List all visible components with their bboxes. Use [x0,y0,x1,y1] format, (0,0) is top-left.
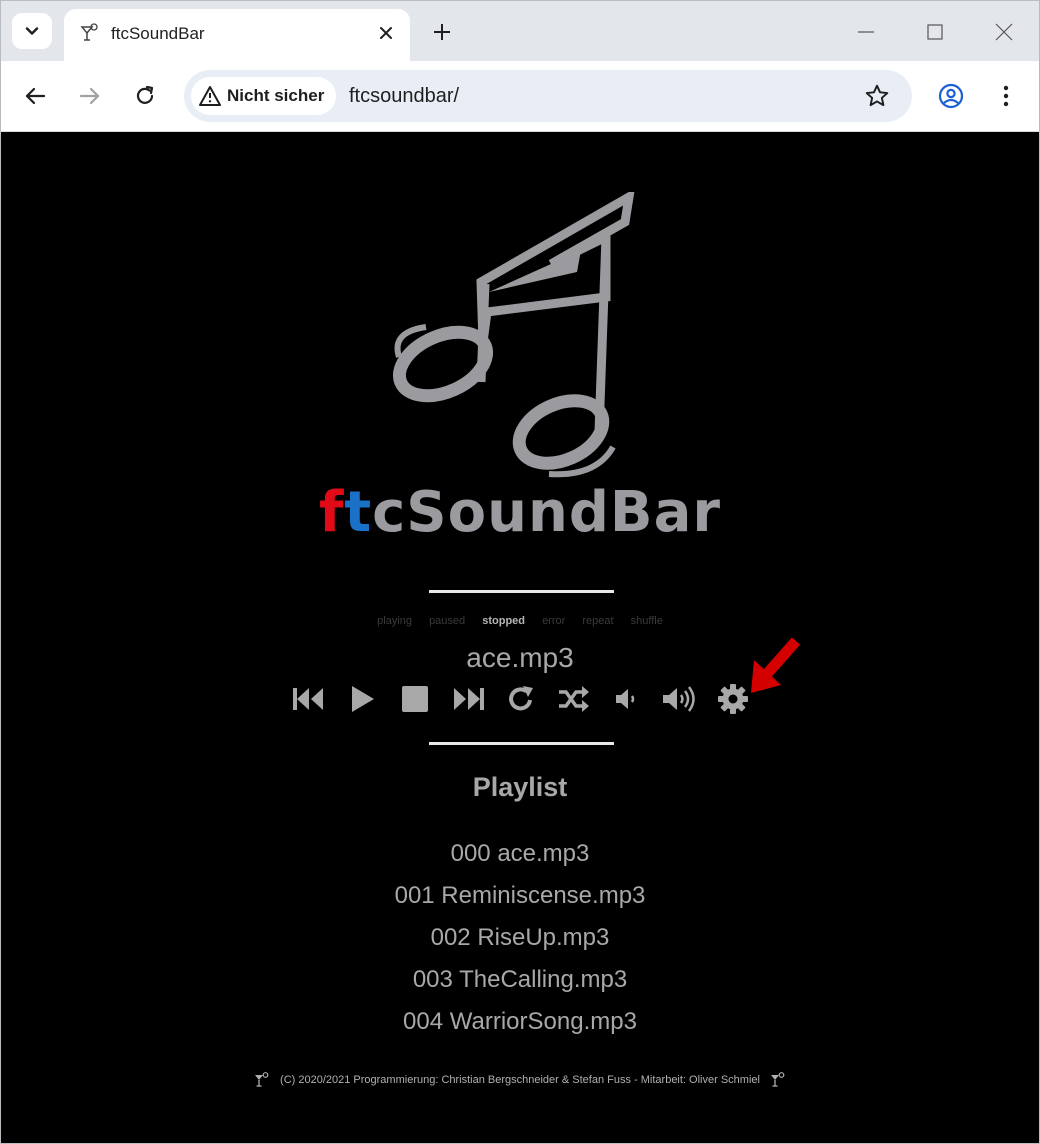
minimize-icon [858,31,874,33]
volume-up-button[interactable] [661,680,699,718]
url-text: ftcsoundbar/ [349,85,460,107]
copyright-text: (C) 2020/2021 Programmierung: Christian … [280,1074,760,1086]
volume-down-button[interactable] [608,680,646,718]
arrow-right-icon [79,87,100,105]
stop-icon [402,686,428,712]
browser-window: ftcSoundBar Nicht sicher ftcsoundbar/ ft… [0,0,1040,1144]
maximize-button[interactable] [918,15,952,49]
reload-icon [136,85,154,104]
back-button[interactable] [19,80,51,112]
cocktail-icon [255,1072,269,1087]
volume-up-icon [663,686,695,712]
playlist-item[interactable]: 003 TheCalling.mp3 [1,963,1039,1005]
page-content: ftcSoundBar playing paused stopped error… [1,132,1039,1143]
playlist-item[interactable]: 002 RiseUp.mp3 [1,921,1039,963]
skip-back-icon [293,688,323,710]
address-bar[interactable]: Nicht sicher ftcsoundbar/ [184,70,912,122]
playlist-item[interactable]: 000 ace.mp3 [1,837,1039,879]
status-playing: playing [377,615,412,627]
tab-title: ftcSoundBar [111,24,205,43]
current-track: ace.mp3 [466,642,574,673]
previous-button[interactable] [290,680,328,718]
browser-menu-button[interactable] [990,80,1022,112]
playlist-item[interactable]: 004 WarriorSong.mp3 [1,1005,1039,1047]
kebab-menu-icon [1003,85,1009,107]
playlist-item[interactable]: 001 Reminiscense.mp3 [1,879,1039,921]
active-tab[interactable]: ftcSoundBar [64,9,410,61]
volume-down-icon [616,689,635,709]
warning-triangle-icon [199,86,221,106]
next-button[interactable] [449,680,487,718]
top-divider [429,590,614,593]
profile-button[interactable] [935,80,967,112]
cocktail-favicon-icon [80,23,98,41]
status-shuffle: shuffle [630,615,663,627]
status-flags: playing paused stopped error repeat shuf… [1,615,1039,627]
maximize-icon [927,24,943,40]
play-icon [352,686,374,712]
play-button[interactable] [343,680,381,718]
gear-icon [718,684,748,714]
shuffle-icon [559,686,589,712]
bottom-divider [429,742,614,745]
arrow-left-icon [25,87,46,105]
forward-button[interactable] [74,80,106,112]
tab-search-button[interactable] [12,13,52,49]
browser-toolbar: Nicht sicher ftcsoundbar/ [1,61,1039,132]
star-icon[interactable] [864,83,890,109]
tab-close-button[interactable] [374,21,398,45]
red-pointer-arrow-icon [751,637,801,693]
security-label: Nicht sicher [227,86,325,105]
repeat-icon [509,686,533,711]
cocktail-icon [770,1072,785,1087]
playlist-title: Playlist [472,772,568,802]
chevron-down-icon [25,27,39,35]
brand-logo-text: ftcSoundBar [318,480,722,545]
close-icon [380,27,392,39]
plus-icon [434,24,450,40]
window-close-button[interactable] [987,15,1021,49]
profile-icon [938,83,964,109]
shuffle-button[interactable] [555,680,593,718]
stop-button[interactable] [396,680,434,718]
window-close-icon [995,23,1013,41]
status-stopped: stopped [482,615,525,627]
minimize-button[interactable] [849,15,883,49]
status-paused: paused [429,615,466,627]
status-error: error [542,615,566,627]
playlist: 000 ace.mp3 001 Reminiscense.mp3 002 Ris… [1,837,1039,1047]
reload-button[interactable] [129,80,161,112]
footer: (C) 2020/2021 Programmierung: Christian … [1,1072,1039,1088]
new-tab-button[interactable] [427,17,457,47]
player-controls [290,680,767,718]
status-repeat: repeat [582,615,614,627]
skip-forward-icon [454,688,484,710]
tab-strip: ftcSoundBar [1,1,1039,61]
repeat-button[interactable] [502,680,540,718]
music-note-logo-icon [392,192,635,478]
security-indicator[interactable]: Nicht sicher [191,77,336,115]
